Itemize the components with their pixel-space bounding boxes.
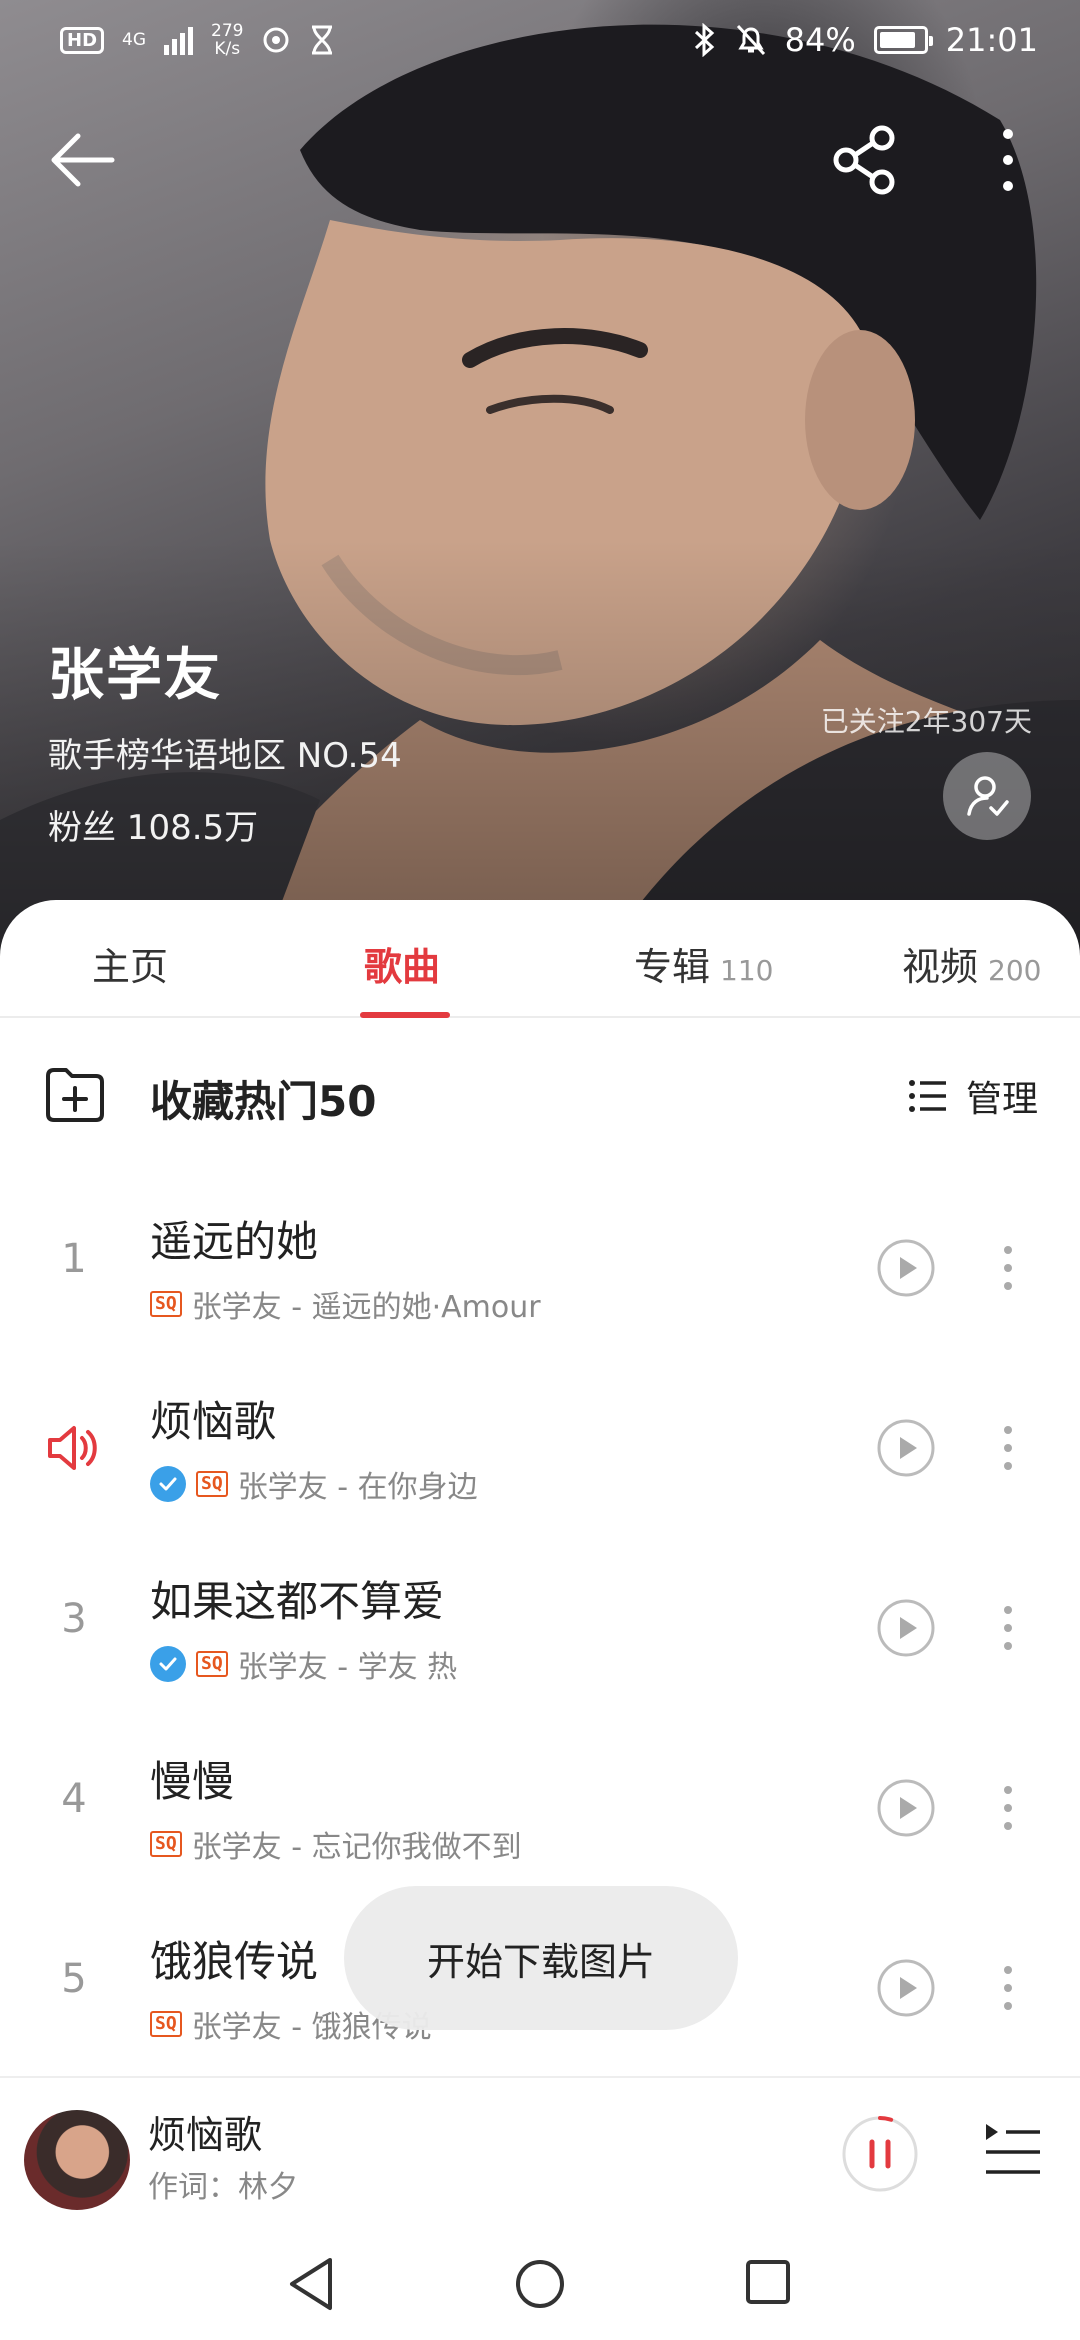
battery-percent: 84% (784, 21, 856, 59)
hd-indicator: HD (60, 26, 105, 54)
player-lyric: 作词：林夕 (148, 2170, 298, 2205)
playlist-icon[interactable] (982, 2118, 1042, 2182)
status-right: 84% 21:01 (693, 21, 1038, 59)
song-item[interactable]: 烦恼歌 SQ 张学友 - 在你身边 (0, 1358, 1080, 1538)
artist-rank[interactable]: 歌手榜华语地区 NO.54 (48, 728, 402, 777)
play-icon[interactable] (876, 1778, 936, 1838)
system-home-icon[interactable] (514, 2258, 566, 2310)
more-vertical-icon[interactable] (996, 1958, 1020, 2018)
downloaded-check-icon (150, 1466, 186, 1502)
tab-videos[interactable]: 视频 200 (902, 936, 1041, 991)
player-cover-art[interactable] (24, 2110, 130, 2210)
artist-fans: 粉丝 108.5万 (48, 808, 259, 848)
speed-value: 279 (211, 21, 244, 41)
play-icon[interactable] (876, 1598, 936, 1658)
song-artist-album: 张学友 - 学友 热 (237, 1650, 458, 1685)
back-arrow-icon[interactable] (48, 128, 118, 192)
list-icon (908, 1080, 946, 1112)
song-meta: SQ 张学友 - 在你身边 (150, 1462, 478, 1506)
status-bar: HD 4G 279 K/s 84% 21:01 (0, 0, 1080, 80)
speed-unit: K/s (214, 39, 241, 59)
song-title: 慢慢 (150, 1757, 235, 1806)
system-navigation-bar (0, 2226, 1080, 2340)
share-icon[interactable] (830, 120, 900, 200)
tab-label: 专辑 (634, 945, 711, 989)
tab-label: 主页 (92, 945, 169, 989)
tab-home[interactable]: 主页 (92, 936, 168, 991)
sq-badge: SQ (196, 1471, 228, 1497)
song-index: 5 (61, 1956, 87, 2002)
manage-label: 管理 (965, 1079, 1038, 1120)
system-back-icon[interactable] (286, 2256, 336, 2312)
tab-label: 视频 (902, 945, 979, 989)
network-speed: 279 K/s (211, 22, 243, 58)
tab-label: 歌曲 (364, 945, 441, 989)
more-vertical-icon[interactable] (996, 1598, 1020, 1658)
song-title: 饿狼传说 (150, 1937, 319, 1986)
sq-badge: SQ (196, 1651, 228, 1677)
signal-icon (164, 25, 194, 55)
tab-count: 200 (988, 954, 1042, 987)
mute-bell-icon (736, 24, 765, 56)
song-item[interactable]: 4 慢慢 SQ 张学友 - 忘记你我做不到 (0, 1718, 1080, 1898)
song-index: 1 (61, 1236, 87, 1282)
sq-badge: SQ (150, 2011, 182, 2037)
song-index: 3 (61, 1596, 87, 1642)
mini-player[interactable]: 烦恼歌 作词：林夕 (0, 2076, 1080, 2226)
play-icon[interactable] (876, 1958, 936, 2018)
play-icon[interactable] (876, 1418, 936, 1478)
manage-button[interactable]: 管理 (908, 1070, 1038, 1122)
tab-albums[interactable]: 专辑 110 (634, 936, 773, 991)
more-vertical-icon[interactable] (996, 1778, 1020, 1838)
tab-count: 110 (720, 954, 774, 987)
more-vertical-icon[interactable] (996, 1238, 1020, 1298)
artist-name: 张学友 (48, 643, 222, 708)
song-artist-album: 张学友 - 忘记你我做不到 (191, 1830, 522, 1865)
player-song-title: 烦恼歌 (148, 2113, 263, 2157)
network-type: 4G (122, 30, 147, 50)
top-nav (0, 120, 1080, 200)
song-meta: SQ 张学友 - 忘记你我做不到 (150, 1822, 522, 1866)
clock: 21:01 (945, 21, 1038, 59)
status-left: HD 4G 279 K/s (60, 22, 335, 58)
follow-button[interactable] (943, 752, 1031, 840)
more-vertical-icon[interactable] (988, 120, 1028, 200)
song-meta: SQ 张学友 - 遥远的她·Amour (150, 1282, 541, 1326)
downloaded-check-icon (150, 1646, 186, 1682)
more-vertical-icon[interactable] (996, 1418, 1020, 1478)
playback-progress (878, 2116, 894, 2122)
song-artist-album: 张学友 - 在你身边 (237, 1470, 478, 1505)
battery-icon (873, 26, 933, 54)
tab-bar: 主页 歌曲 专辑 110 视频 200 (0, 900, 1080, 1018)
song-index: 4 (61, 1776, 87, 1822)
song-artist-album: 张学友 - 遥远的她·Amour (191, 1290, 541, 1325)
song-meta: SQ 张学友 - 学友 热 (150, 1642, 457, 1686)
sq-badge: SQ (150, 1291, 182, 1317)
song-title: 遥远的她 (150, 1217, 319, 1266)
download-toast: 开始下载图片 (344, 1886, 738, 2030)
collect-title[interactable]: 收藏热门50 (150, 1068, 376, 1129)
bluetooth-icon (694, 23, 714, 57)
system-recents-icon[interactable] (744, 2258, 792, 2306)
app-notification-icon (263, 27, 289, 53)
folder-add-icon[interactable] (44, 1066, 106, 1122)
battery-level (879, 32, 916, 48)
artist-hero: HD 4G 279 K/s 84% 21:01 张学友 歌手榜华语地区 NO.5… (0, 0, 1080, 960)
follow-duration: 已关注2年307天 (820, 705, 1032, 738)
user-follow-icon (967, 776, 1009, 816)
pause-icon[interactable] (840, 2114, 920, 2194)
song-item[interactable]: 3 如果这都不算爱 SQ 张学友 - 学友 热 (0, 1538, 1080, 1718)
song-item[interactable]: 1 遥远的她 SQ 张学友 - 遥远的她·Amour (0, 1178, 1080, 1358)
collect-row: 收藏热门50 管理 (0, 1018, 1080, 1178)
hourglass-icon (312, 25, 333, 55)
song-title: 烦恼歌 (150, 1397, 277, 1446)
sq-badge: SQ (150, 1831, 182, 1857)
speaker-icon (48, 1426, 97, 1470)
play-icon[interactable] (876, 1238, 936, 1298)
tab-songs[interactable]: 歌曲 (364, 936, 440, 991)
song-title: 如果这都不算爱 (150, 1577, 445, 1626)
